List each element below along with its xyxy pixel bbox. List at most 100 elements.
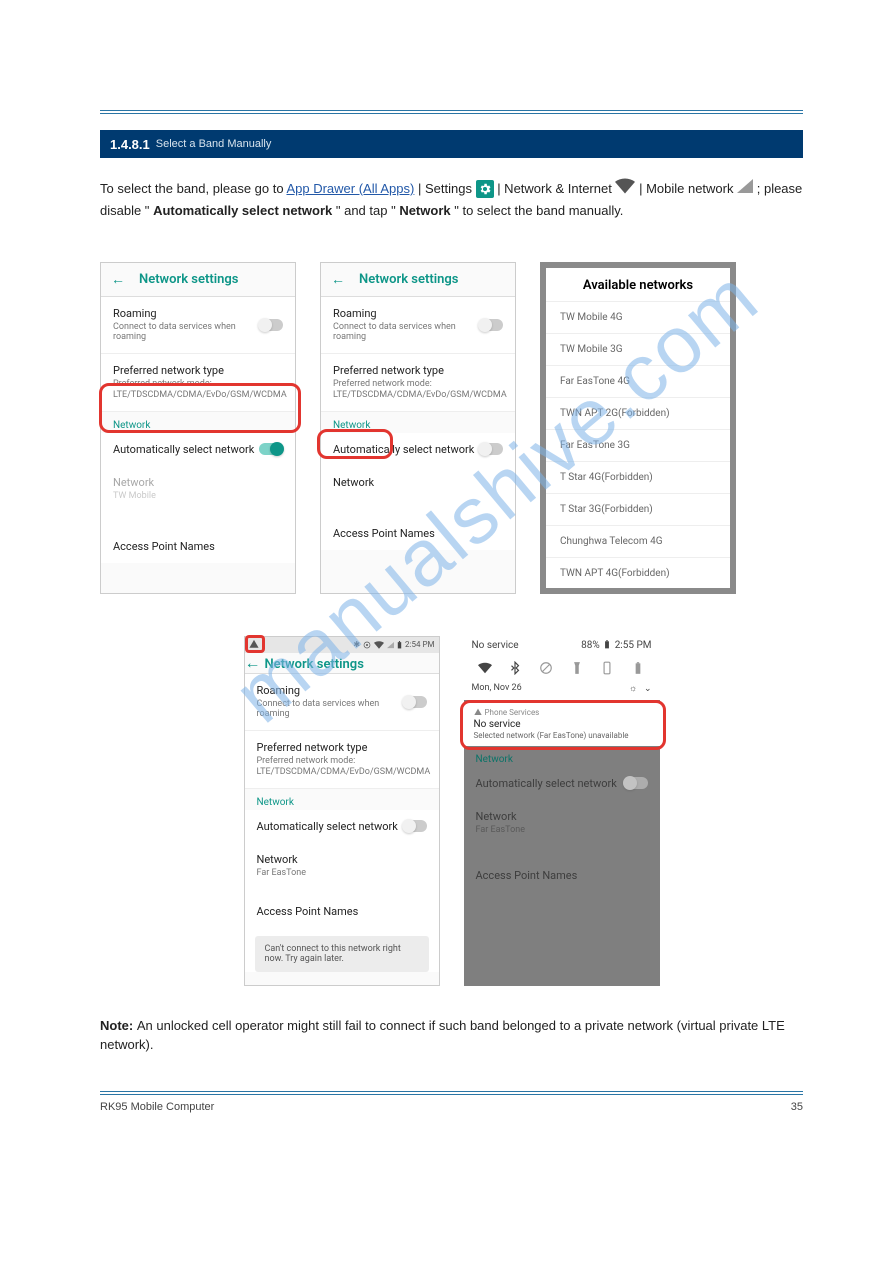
roaming-toggle[interactable] [479,319,503,331]
roaming-toggle[interactable] [403,696,427,708]
apn-row[interactable]: Access Point Names [245,889,439,928]
pref-sub: Preferred network mode: LTE/TDSCDMA/CDMA… [113,379,283,401]
pref-sub: Preferred network mode: LTE/TDSCDMA/CDMA… [333,379,503,401]
battery-icon[interactable] [631,661,645,675]
pref-title: Preferred network type [333,364,503,377]
apn-row[interactable]: Access Point Names [464,845,660,892]
network-section-label: Network [101,412,295,433]
apn-title: Access Point Names [257,905,427,918]
auto-select-label: Automatically select network [153,203,332,218]
intro-text-3: | Network & Internet [497,181,615,196]
apn-title: Access Point Names [113,540,283,553]
pref-sub: Preferred network mode: LTE/TDSCDMA/CDMA… [257,756,427,778]
footer-left: RK95 Mobile Computer [100,1101,214,1113]
network-row[interactable]: Network Far EasTone [464,800,660,845]
pref-title: Preferred network type [257,741,427,754]
roaming-sub: Connect to data services when roaming [257,699,403,721]
footer-rule [100,1091,803,1095]
network-row[interactable]: Network [321,466,515,499]
app-drawer-link[interactable]: App Drawer (All Apps) [286,181,414,196]
shade-time: 2:55 PM [615,640,652,651]
dnd-icon[interactable] [539,661,553,675]
battery-pct: 88% [581,640,600,651]
intro-text-4: | Mobile network [639,181,737,196]
wifi-icon [615,178,635,201]
available-network-item[interactable]: TW Mobile 4G [546,301,730,333]
roaming-title: Roaming [113,307,259,320]
notif-app: Phone Services [474,708,650,717]
roaming-row[interactable]: Roaming Connect to data services when ro… [321,297,515,355]
available-network-item[interactable]: TW Mobile 3G [546,333,730,365]
roaming-toggle[interactable] [259,319,283,331]
apn-title: Access Point Names [333,527,503,540]
auto-toggle[interactable] [479,443,503,455]
rotate-icon[interactable] [600,661,614,675]
available-network-item[interactable]: T Star 3G(Forbidden) [546,493,730,525]
network-row[interactable]: Network Far EasTone [245,843,439,889]
quick-settings[interactable] [464,655,660,679]
intro-paragraph: To select the band, please go to App Dra… [100,178,803,222]
auto-toggle[interactable] [403,820,427,832]
network-section-label: Network [245,789,439,810]
page-title-bar: 1.4.8.1 Select a Band Manually [100,130,803,158]
settings-icon [476,180,494,198]
back-icon[interactable]: ← [245,653,261,672]
screenshot-2: ← Network settings Roaming Connect to da… [320,262,516,594]
available-network-item[interactable]: T Star 4G(Forbidden) [546,461,730,493]
available-network-item[interactable]: Far EasTone 3G [546,429,730,461]
preferred-type-row[interactable]: Preferred network type Preferred network… [101,354,295,412]
notification-card[interactable]: Phone Services No service Selected netwo… [464,702,660,746]
status-time: 2:54 PM [405,640,434,649]
section-number: 1.4.8.1 [110,137,150,152]
back-icon[interactable]: ← [331,271,345,288]
screenshot-available-networks: Available networks TW Mobile 4GTW Mobile… [540,262,736,594]
back-icon[interactable]: ← [111,271,125,288]
network-title: Network [257,853,427,866]
screenshot-row-2: ✱ 2:54 PM ← Network settings Roaming Con… [100,636,803,986]
screenshot-notification-shade: No service 88% 2:55 PM Mon, Nov 26 ☼ ⌄ [464,636,660,986]
note-text: An unlocked cell operator might still fa… [100,1018,785,1053]
apn-row[interactable]: Access Point Names [321,499,515,550]
roaming-row[interactable]: Roaming Connect to data services when ro… [101,297,295,355]
network-section-label: Network [464,746,660,767]
intro-text-6: " and tap " [336,203,396,218]
section-subtitle: Select a Band Manually [156,138,272,150]
notif-subtitle: Selected network (Far EasTone) unavailab… [474,731,650,740]
shade-status-bar: No service 88% 2:55 PM [464,636,660,655]
available-title: Available networks [546,268,730,301]
apn-row[interactable]: Access Point Names [101,512,295,563]
roaming-row[interactable]: Roaming Connect to data services when ro… [245,674,439,732]
roaming-sub: Connect to data services when roaming [333,322,479,344]
signal-icon [737,179,753,200]
available-network-item[interactable]: TWN APT 2G(Forbidden) [546,397,730,429]
auto-select-row[interactable]: Automatically select network [101,433,295,466]
auto-select-row[interactable]: Automatically select network [321,433,515,466]
network-section-label: Network [321,412,515,433]
apn-title: Access Point Names [476,869,648,882]
no-service-label: No service [472,640,519,651]
auto-select-row[interactable]: Automatically select network [245,810,439,843]
wifi-icon[interactable] [478,661,492,675]
settings-icon[interactable]: ☼ ⌄ [629,683,652,694]
alert-icon [249,639,259,651]
network-label: Network [399,203,450,218]
shade-date-row: Mon, Nov 26 ☼ ⌄ [464,679,660,700]
notif-title: No service [474,719,650,730]
auto-title: Automatically select network [333,443,479,456]
shade-date: Mon, Nov 26 [472,683,522,694]
flashlight-icon[interactable] [570,661,584,675]
auto-select-row[interactable]: Automatically select network [464,767,660,800]
intro-text-2: | Settings [418,181,476,196]
screen-title: Network settings [264,657,363,672]
preferred-type-row[interactable]: Preferred network type Preferred network… [245,731,439,789]
available-network-item[interactable]: TWN APT 4G(Forbidden) [546,557,730,589]
auto-toggle[interactable] [259,443,283,455]
network-title: Network [113,476,283,489]
connection-error-toast: Can't connect to this network right now.… [255,936,429,972]
roaming-title: Roaming [333,307,479,320]
available-network-item[interactable]: Far EasTone 4G [546,365,730,397]
bluetooth-icon[interactable] [508,661,522,675]
auto-toggle[interactable] [624,777,648,789]
preferred-type-row[interactable]: Preferred network type Preferred network… [321,354,515,412]
available-network-item[interactable]: Chunghwa Telecom 4G [546,525,730,557]
